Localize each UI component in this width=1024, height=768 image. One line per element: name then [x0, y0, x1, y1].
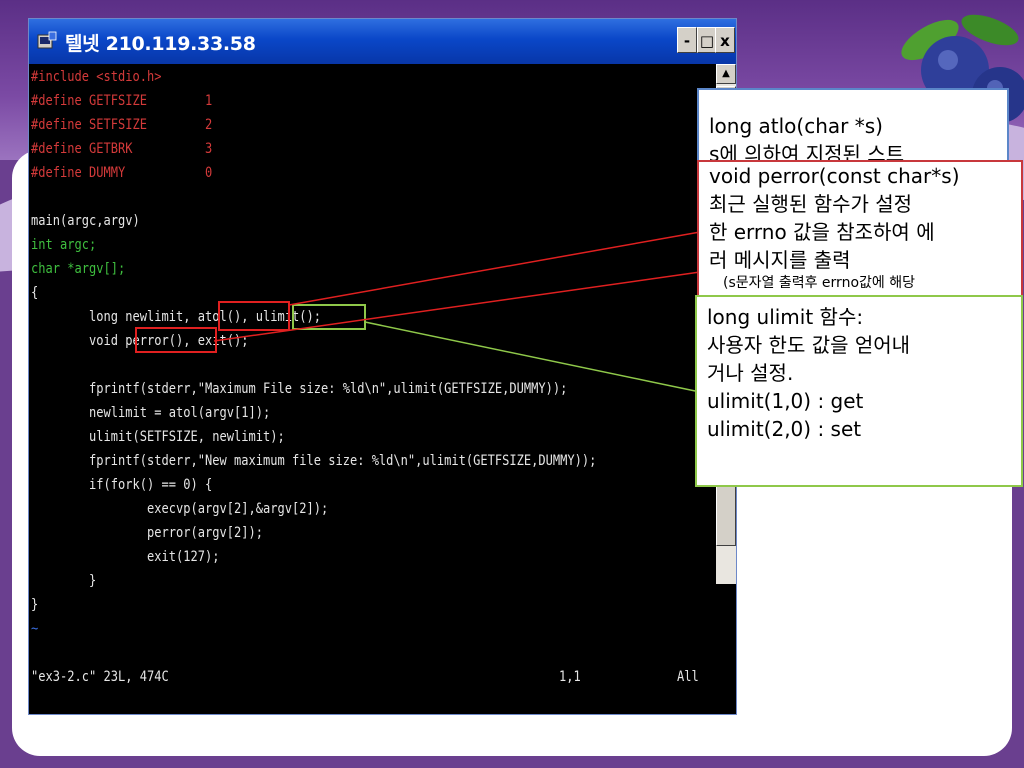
code-line: fprintf(stderr,"New maximum file size: %…: [31, 453, 597, 469]
close-button[interactable]: x: [715, 27, 735, 53]
code-line: exit(127);: [31, 549, 220, 565]
window-title: 텔넷 210.119.33.58: [65, 33, 256, 55]
ulimit-set-example: ulimit(2,0) : set: [707, 417, 862, 441]
status-cursor-position: 1,1: [559, 669, 581, 685]
status-view-range: All: [677, 669, 699, 685]
ulimit-get-example: ulimit(1,0) : get: [707, 389, 864, 413]
perror-description-3: 러 메시지를 출력: [709, 248, 851, 272]
ulimit-highlight: [292, 304, 366, 330]
code-line: int argc;: [31, 237, 97, 253]
perror-description-1: 최근 실행된 함수가 설정: [709, 192, 913, 216]
maximize-button[interactable]: □: [697, 27, 717, 53]
ulimit-description-1: 사용자 한도 값을 얻어내: [707, 333, 911, 357]
atol-highlight: [218, 301, 290, 331]
terminal-icon: [37, 31, 57, 49]
code-line: {: [31, 285, 39, 301]
code-line: }: [31, 573, 97, 589]
tilde-line: ~: [31, 621, 39, 637]
code-line: }: [31, 597, 39, 613]
code-line: if(fork() == 0) {: [31, 477, 213, 493]
ulimit-description-2: 거나 설정.: [707, 361, 794, 385]
perror-description-2: 한 errno 값을 참조하여 에: [709, 220, 935, 244]
code-line: #define GETBRK 3: [31, 141, 213, 157]
code-line: fprintf(stderr,"Maximum File size: %ld\n…: [31, 381, 568, 397]
code-line: execvp(argv[2],&argv[2]);: [31, 501, 329, 517]
scroll-up-arrow-icon[interactable]: ▲: [716, 64, 736, 84]
code-line: #define DUMMY 0: [31, 165, 213, 181]
ulimit-signature: long ulimit 함수:: [707, 305, 864, 329]
code-line: #include <stdio.h>: [31, 69, 162, 85]
code-line: #define GETFSIZE 1: [31, 93, 213, 109]
code-line: #define SETFSIZE 2: [31, 117, 213, 133]
code-line: newlimit = atol(argv[1]);: [31, 405, 271, 421]
code-line: perror(argv[2]);: [31, 525, 263, 541]
code-line: main(argc,argv): [31, 213, 140, 229]
minimize-button[interactable]: -: [677, 27, 697, 53]
code-line: char *argv[];: [31, 261, 126, 277]
perror-callout: void perror(const char*s) 최근 실행된 함수가 설정 …: [697, 160, 1023, 300]
status-file-info: "ex3-2.c" 23L, 474C: [31, 669, 169, 685]
perror-highlight: [135, 327, 217, 353]
code-line: ulimit(SETFSIZE, newlimit);: [31, 429, 285, 445]
atol-signature: long atlo(char *s): [709, 114, 883, 138]
window-titlebar[interactable]: 텔넷 210.119.33.58 - □ x: [29, 19, 736, 64]
terminal-area[interactable]: #include <stdio.h> #define GETFSIZE 1 #d…: [29, 64, 716, 714]
ulimit-callout: long ulimit 함수: 사용자 한도 값을 얻어내 거나 설정. uli…: [695, 295, 1023, 487]
perror-description-4: (s문자열 출력후 errno값에 해당: [723, 275, 915, 291]
perror-signature: void perror(const char*s): [709, 164, 960, 188]
telnet-window[interactable]: 텔넷 210.119.33.58 - □ x #include <stdio.h…: [28, 18, 737, 715]
